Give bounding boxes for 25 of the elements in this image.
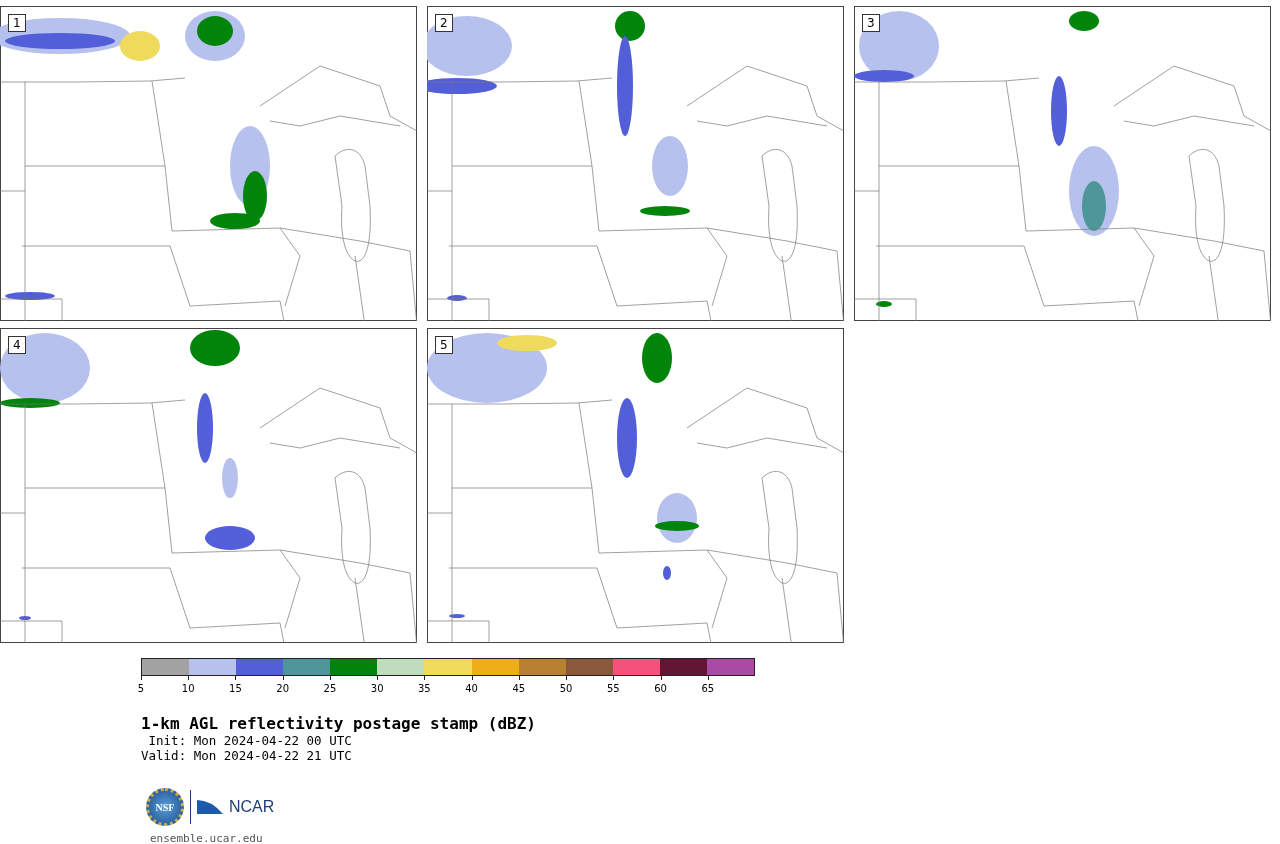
scale-tick-label: 30	[370, 682, 384, 695]
scale-tick-label: 20	[276, 682, 290, 695]
panel-number: 2	[435, 14, 453, 32]
valid-time: Valid: Mon 2024-04-22 21 UTC	[141, 748, 353, 763]
scale-tick-label: 5	[137, 682, 145, 695]
panel-number: 3	[862, 14, 880, 32]
scale-tick-label: 50	[559, 682, 573, 695]
scale-tick-label: 45	[512, 682, 526, 695]
init-time: Init: Mon 2024-04-22 00 UTC	[147, 733, 353, 748]
scale-tick-label: 40	[465, 682, 478, 695]
site-address: ensemble.ucar.edu	[150, 832, 264, 844]
scale-tick-label: 15	[229, 682, 242, 695]
chart-title: 1-km AGL reflectivity postage stamp (dBZ)	[141, 714, 537, 733]
scale-tick-label: 65	[701, 682, 715, 695]
panel-number: 4	[8, 336, 26, 354]
ncar-logo: NCAR	[229, 798, 275, 816]
panel-number: 1	[8, 14, 26, 32]
scale-tick-label: 35	[418, 682, 431, 695]
swoosh-icon	[197, 798, 223, 816]
panel-number: 5	[435, 336, 453, 354]
scale-tick-label: 60	[654, 682, 667, 695]
nsf-logo: NSF	[146, 788, 184, 826]
scale-tick-label: 10	[181, 682, 195, 695]
scale-tick-label: 55	[606, 682, 620, 695]
scale-tick-label: 25	[323, 682, 337, 695]
